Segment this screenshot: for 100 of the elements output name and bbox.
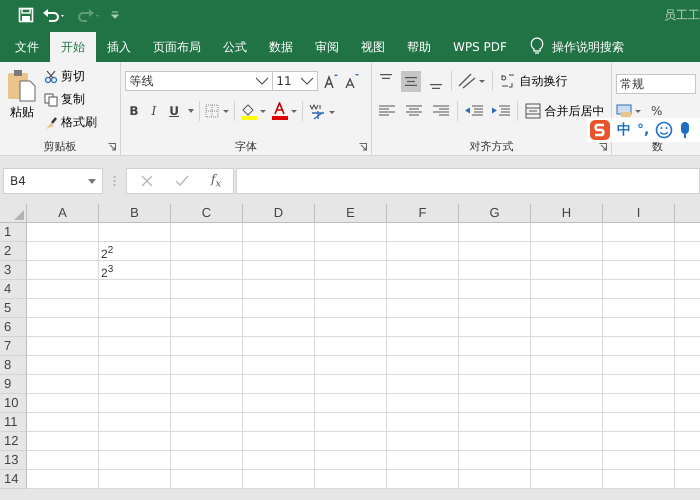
bold-button[interactable]: B xyxy=(125,102,142,120)
lightbulb-icon[interactable] xyxy=(530,37,544,55)
row-header[interactable]: 14 xyxy=(0,470,27,489)
table-cell[interactable] xyxy=(387,356,459,375)
percent-button[interactable]: % xyxy=(647,102,666,120)
table-cell[interactable] xyxy=(315,432,387,451)
table-cell[interactable] xyxy=(243,280,315,299)
row-header[interactable]: 11 xyxy=(0,413,27,432)
table-cell[interactable] xyxy=(603,375,675,394)
orientation-icon[interactable] xyxy=(456,72,487,90)
table-cell[interactable] xyxy=(603,280,675,299)
column-header[interactable]: E xyxy=(315,204,387,223)
table-cell[interactable] xyxy=(171,337,243,356)
table-cell[interactable] xyxy=(531,242,603,261)
table-cell[interactable] xyxy=(243,394,315,413)
table-cell[interactable] xyxy=(171,432,243,451)
column-header[interactable]: C xyxy=(171,204,243,223)
table-cell[interactable] xyxy=(243,242,315,261)
formula-input[interactable] xyxy=(236,168,700,194)
insert-function-button[interactable]: f$_{x}$ xyxy=(211,172,222,190)
wrap-text-button[interactable]: 自动换行 xyxy=(498,70,570,92)
table-cell[interactable] xyxy=(315,280,387,299)
table-cell[interactable] xyxy=(27,337,99,356)
table-cell[interactable] xyxy=(243,451,315,470)
table-cell[interactable] xyxy=(171,413,243,432)
table-cell[interactable] xyxy=(459,375,531,394)
dialog-launcher-icon[interactable] xyxy=(108,143,116,151)
dialog-launcher-icon[interactable] xyxy=(599,143,607,151)
row-header[interactable]: 13 xyxy=(0,451,27,470)
table-cell[interactable] xyxy=(99,318,171,337)
table-cell[interactable] xyxy=(171,261,243,280)
table-cell[interactable] xyxy=(387,375,459,394)
table-cell[interactable] xyxy=(387,223,459,242)
table-cell[interactable] xyxy=(27,356,99,375)
table-cell[interactable] xyxy=(603,413,675,432)
table-cell[interactable] xyxy=(531,413,603,432)
table-cell[interactable] xyxy=(459,280,531,299)
table-cell[interactable] xyxy=(315,261,387,280)
table-cell[interactable] xyxy=(27,413,99,432)
table-cell[interactable] xyxy=(531,432,603,451)
table-cell[interactable] xyxy=(531,223,603,242)
decrease-font-icon[interactable] xyxy=(344,73,360,89)
table-cell[interactable] xyxy=(459,318,531,337)
table-cell[interactable] xyxy=(171,375,243,394)
table-cell[interactable] xyxy=(603,451,675,470)
table-cell[interactable] xyxy=(171,280,243,299)
table-cell[interactable] xyxy=(387,280,459,299)
table-cell[interactable] xyxy=(603,242,675,261)
ribbon-tab[interactable]: 插入 xyxy=(96,32,142,62)
table-cell[interactable] xyxy=(243,356,315,375)
table-cell[interactable] xyxy=(603,299,675,318)
column-header[interactable]: H xyxy=(531,204,603,223)
table-cell[interactable] xyxy=(531,451,603,470)
ribbon-tab[interactable]: 页面布局 xyxy=(142,32,212,62)
borders-icon[interactable] xyxy=(204,104,229,118)
font-color-icon[interactable] xyxy=(270,102,297,120)
format-painter-button[interactable]: 格式刷 xyxy=(42,112,99,133)
table-cell[interactable] xyxy=(387,318,459,337)
phonetic-guide-icon[interactable] xyxy=(308,102,336,120)
table-cell[interactable] xyxy=(459,299,531,318)
table-cell[interactable] xyxy=(459,451,531,470)
table-cell[interactable] xyxy=(531,261,603,280)
font-size-dropdown[interactable]: 11 xyxy=(272,71,318,91)
table-cell[interactable] xyxy=(99,375,171,394)
table-cell[interactable] xyxy=(531,375,603,394)
table-cell[interactable] xyxy=(27,375,99,394)
table-cell[interactable] xyxy=(171,223,243,242)
table-cell[interactable] xyxy=(27,299,99,318)
smiley-icon[interactable] xyxy=(655,121,674,139)
ribbon-tab[interactable]: 审阅 xyxy=(304,32,350,62)
row-header[interactable]: 4 xyxy=(0,280,27,299)
redo-icon[interactable] xyxy=(76,7,102,23)
table-cell[interactable] xyxy=(27,223,99,242)
table-cell[interactable] xyxy=(459,432,531,451)
table-cell[interactable] xyxy=(243,470,315,489)
table-cell[interactable] xyxy=(243,337,315,356)
table-cell[interactable] xyxy=(243,375,315,394)
row-header[interactable]: 9 xyxy=(0,375,27,394)
table-cell[interactable] xyxy=(27,318,99,337)
ribbon-tab[interactable]: 帮助 xyxy=(396,32,442,62)
table-cell[interactable] xyxy=(459,261,531,280)
cancel-icon[interactable] xyxy=(141,175,153,187)
input-mode-toggle[interactable]: 中 xyxy=(617,121,631,139)
column-header[interactable]: I xyxy=(603,204,675,223)
table-cell[interactable] xyxy=(315,223,387,242)
table-cell[interactable] xyxy=(171,299,243,318)
table-cell[interactable] xyxy=(243,261,315,280)
row-header[interactable]: 3 xyxy=(0,261,27,280)
table-cell[interactable] xyxy=(27,432,99,451)
table-cell[interactable] xyxy=(315,299,387,318)
table-cell[interactable] xyxy=(171,356,243,375)
table-cell[interactable] xyxy=(531,394,603,413)
ribbon-tab[interactable]: 视图 xyxy=(350,32,396,62)
row-header[interactable]: 5 xyxy=(0,299,27,318)
table-cell[interactable] xyxy=(459,470,531,489)
table-cell[interactable] xyxy=(603,432,675,451)
dropdown-arrow-icon[interactable] xyxy=(188,109,194,113)
table-cell[interactable] xyxy=(243,413,315,432)
table-cell[interactable] xyxy=(315,394,387,413)
italic-button[interactable]: I xyxy=(147,102,160,120)
